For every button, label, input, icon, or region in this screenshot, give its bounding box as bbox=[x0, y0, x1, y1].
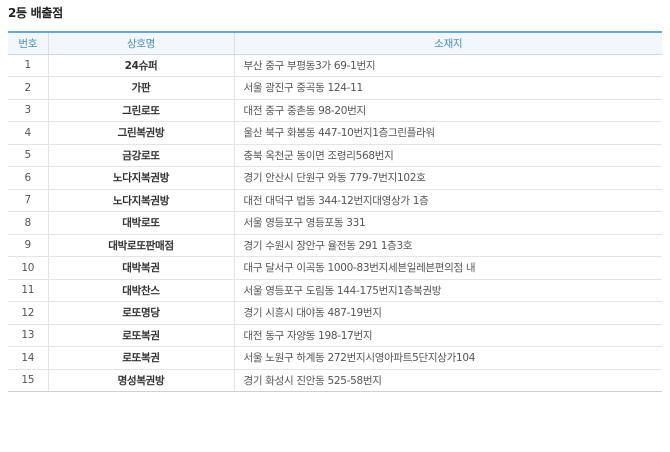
store-name: 노다지복권방 bbox=[48, 189, 235, 212]
store-name: 24슈퍼 bbox=[48, 54, 235, 77]
store-address: 대전 중구 중촌동 98-20번지 bbox=[234, 99, 662, 122]
store-name: 대박찬스 bbox=[48, 279, 235, 302]
winner-store-table: 번호 상호명 소재지 1 24슈퍼 부산 중구 부평동3가 69-1번지 2 가… bbox=[8, 31, 662, 392]
store-name: 가판 bbox=[48, 76, 235, 100]
row-number: 5 bbox=[8, 144, 49, 167]
table-row: 9 대박로또판매점 경기 수원시 장안구 율전동 291 1층3호 bbox=[8, 234, 662, 257]
store-address: 충북 옥천군 동이면 조령리568번지 bbox=[234, 144, 662, 167]
store-address: 서울 영등포구 영등포동 331 bbox=[234, 211, 662, 235]
store-name: 노다지복권방 bbox=[48, 166, 235, 190]
table-row: 12 로또명당 경기 시흥시 대야동 487-19번지 bbox=[8, 301, 662, 325]
store-address: 대전 대덕구 법동 344-12번지대영상가 1층 bbox=[234, 189, 662, 212]
table-row: 2 가판 서울 광진구 중곡동 124-11 bbox=[8, 76, 662, 100]
table-row: 6 노다지복권방 경기 안산시 단원구 와동 779-7번지102호 bbox=[8, 166, 662, 190]
row-number: 7 bbox=[8, 189, 49, 212]
table-row: 7 노다지복권방 대전 대덕구 법동 344-12번지대영상가 1층 bbox=[8, 189, 662, 212]
table-row: 13 로또복권 대전 동구 자양동 198-17번지 bbox=[8, 324, 662, 347]
store-address: 서울 광진구 중곡동 124-11 bbox=[234, 76, 662, 100]
section-title: 2등 배출점 bbox=[8, 6, 63, 20]
row-number: 3 bbox=[8, 99, 49, 122]
row-number: 9 bbox=[8, 234, 49, 257]
row-number: 13 bbox=[8, 324, 49, 347]
row-number: 15 bbox=[8, 369, 49, 392]
store-address: 서울 노원구 하계동 272번지시영아파트5단지상가104 bbox=[234, 346, 662, 370]
table-header-row: 번호 상호명 소재지 bbox=[8, 31, 662, 55]
table-row: 4 그린복권방 울산 북구 화봉동 447-10번지1층그린플라워 bbox=[8, 121, 662, 145]
row-number: 10 bbox=[8, 256, 49, 280]
table-row: 3 그린로또 대전 중구 중촌동 98-20번지 bbox=[8, 99, 662, 122]
header-number: 번호 bbox=[8, 31, 49, 55]
store-name: 대박로또판매점 bbox=[48, 234, 235, 257]
store-name: 대박로또 bbox=[48, 211, 235, 235]
store-address: 울산 북구 화봉동 447-10번지1층그린플라워 bbox=[234, 121, 662, 145]
store-name: 명성복권방 bbox=[48, 369, 235, 392]
store-name: 대박복권 bbox=[48, 256, 235, 280]
store-address: 부산 중구 부평동3가 69-1번지 bbox=[234, 54, 662, 77]
store-name: 로또명당 bbox=[48, 301, 235, 325]
table-row: 1 24슈퍼 부산 중구 부평동3가 69-1번지 bbox=[8, 54, 662, 77]
header-address: 소재지 bbox=[234, 31, 662, 55]
table-row: 14 로또복권 서울 노원구 하계동 272번지시영아파트5단지상가104 bbox=[8, 346, 662, 370]
store-address: 경기 시흥시 대야동 487-19번지 bbox=[234, 301, 662, 325]
store-address: 경기 화성시 진안동 525-58번지 bbox=[234, 369, 662, 392]
table-row: 10 대박복권 대구 달서구 이곡동 1000-83번지세븐일레븐편의점 내 bbox=[8, 256, 662, 280]
store-name: 그린로또 bbox=[48, 99, 235, 122]
table-row: 8 대박로또 서울 영등포구 영등포동 331 bbox=[8, 211, 662, 235]
row-number: 11 bbox=[8, 279, 49, 302]
store-address: 대구 달서구 이곡동 1000-83번지세븐일레븐편의점 내 bbox=[234, 256, 662, 280]
row-number: 2 bbox=[8, 76, 49, 100]
table-row: 11 대박찬스 서울 영등포구 도림동 144-175번지1층복권방 bbox=[8, 279, 662, 302]
row-number: 14 bbox=[8, 346, 49, 370]
table-row: 15 명성복권방 경기 화성시 진안동 525-58번지 bbox=[8, 369, 662, 392]
table-row: 5 금강로또 충북 옥천군 동이면 조령리568번지 bbox=[8, 144, 662, 167]
store-address: 대전 동구 자양동 198-17번지 bbox=[234, 324, 662, 347]
store-name: 로또복권 bbox=[48, 324, 235, 347]
store-name: 로또복권 bbox=[48, 346, 235, 370]
row-number: 1 bbox=[8, 54, 49, 77]
row-number: 6 bbox=[8, 166, 49, 190]
row-number: 8 bbox=[8, 211, 49, 235]
store-address: 서울 영등포구 도림동 144-175번지1층복권방 bbox=[234, 279, 662, 302]
store-address: 경기 안산시 단원구 와동 779-7번지102호 bbox=[234, 166, 662, 190]
store-name: 금강로또 bbox=[48, 144, 235, 167]
store-name: 그린복권방 bbox=[48, 121, 235, 145]
row-number: 4 bbox=[8, 121, 49, 145]
store-address: 경기 수원시 장안구 율전동 291 1층3호 bbox=[234, 234, 662, 257]
header-store-name: 상호명 bbox=[48, 31, 235, 55]
row-number: 12 bbox=[8, 301, 49, 325]
